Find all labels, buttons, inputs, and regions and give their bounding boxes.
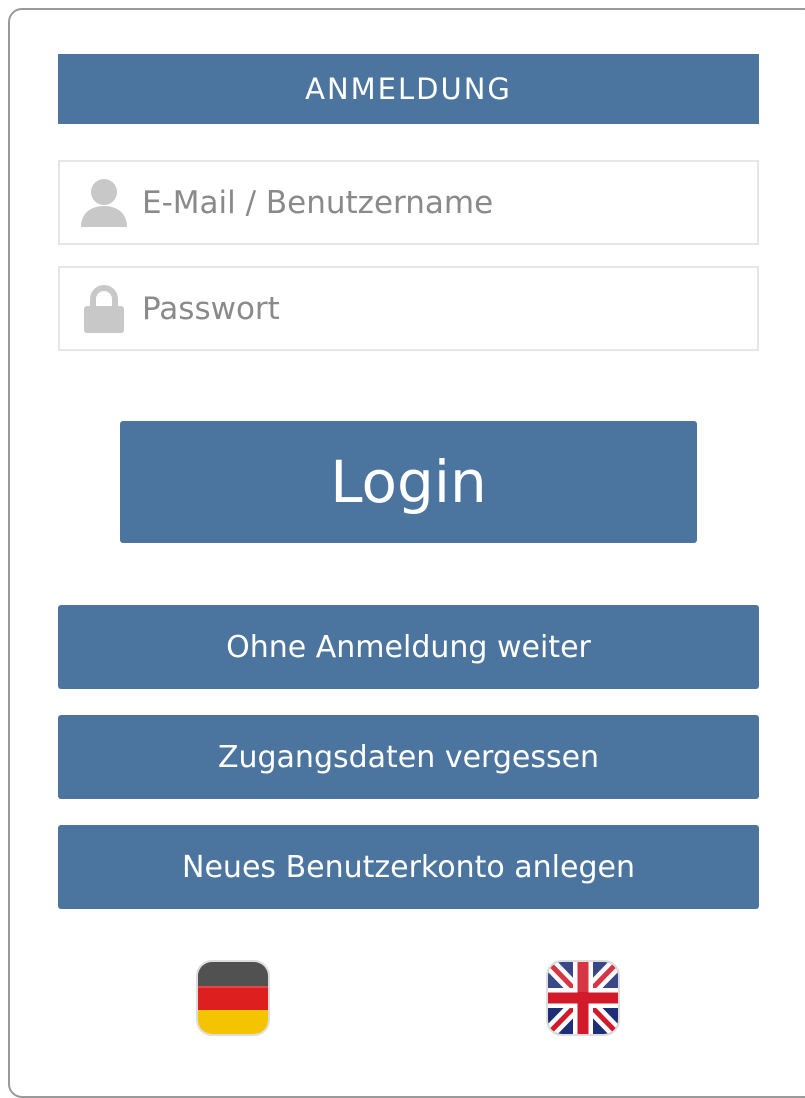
forgot-credentials-button[interactable]: Zugangsdaten vergessen — [58, 715, 759, 799]
login-header: ANMELDUNG — [58, 54, 759, 124]
create-account-label: Neues Benutzerkonto anlegen — [182, 849, 635, 885]
forgot-credentials-label: Zugangsdaten vergessen — [217, 739, 600, 775]
login-button[interactable]: Login — [120, 421, 697, 543]
email-field[interactable] — [58, 160, 759, 245]
login-title: ANMELDUNG — [305, 72, 512, 106]
email-input[interactable] — [142, 172, 702, 233]
create-account-button[interactable]: Neues Benutzerkonto anlegen — [58, 825, 759, 909]
password-input[interactable] — [142, 278, 702, 339]
password-field[interactable] — [58, 266, 759, 351]
uk-flag-icon[interactable] — [546, 960, 620, 1036]
continue-without-login-label: Ohne Anmeldung weiter — [226, 629, 591, 665]
lock-icon — [78, 283, 130, 335]
login-button-label: Login — [330, 448, 487, 516]
continue-without-login-button[interactable]: Ohne Anmeldung weiter — [58, 605, 759, 689]
user-icon — [78, 177, 130, 229]
german-flag-icon[interactable] — [196, 960, 270, 1036]
